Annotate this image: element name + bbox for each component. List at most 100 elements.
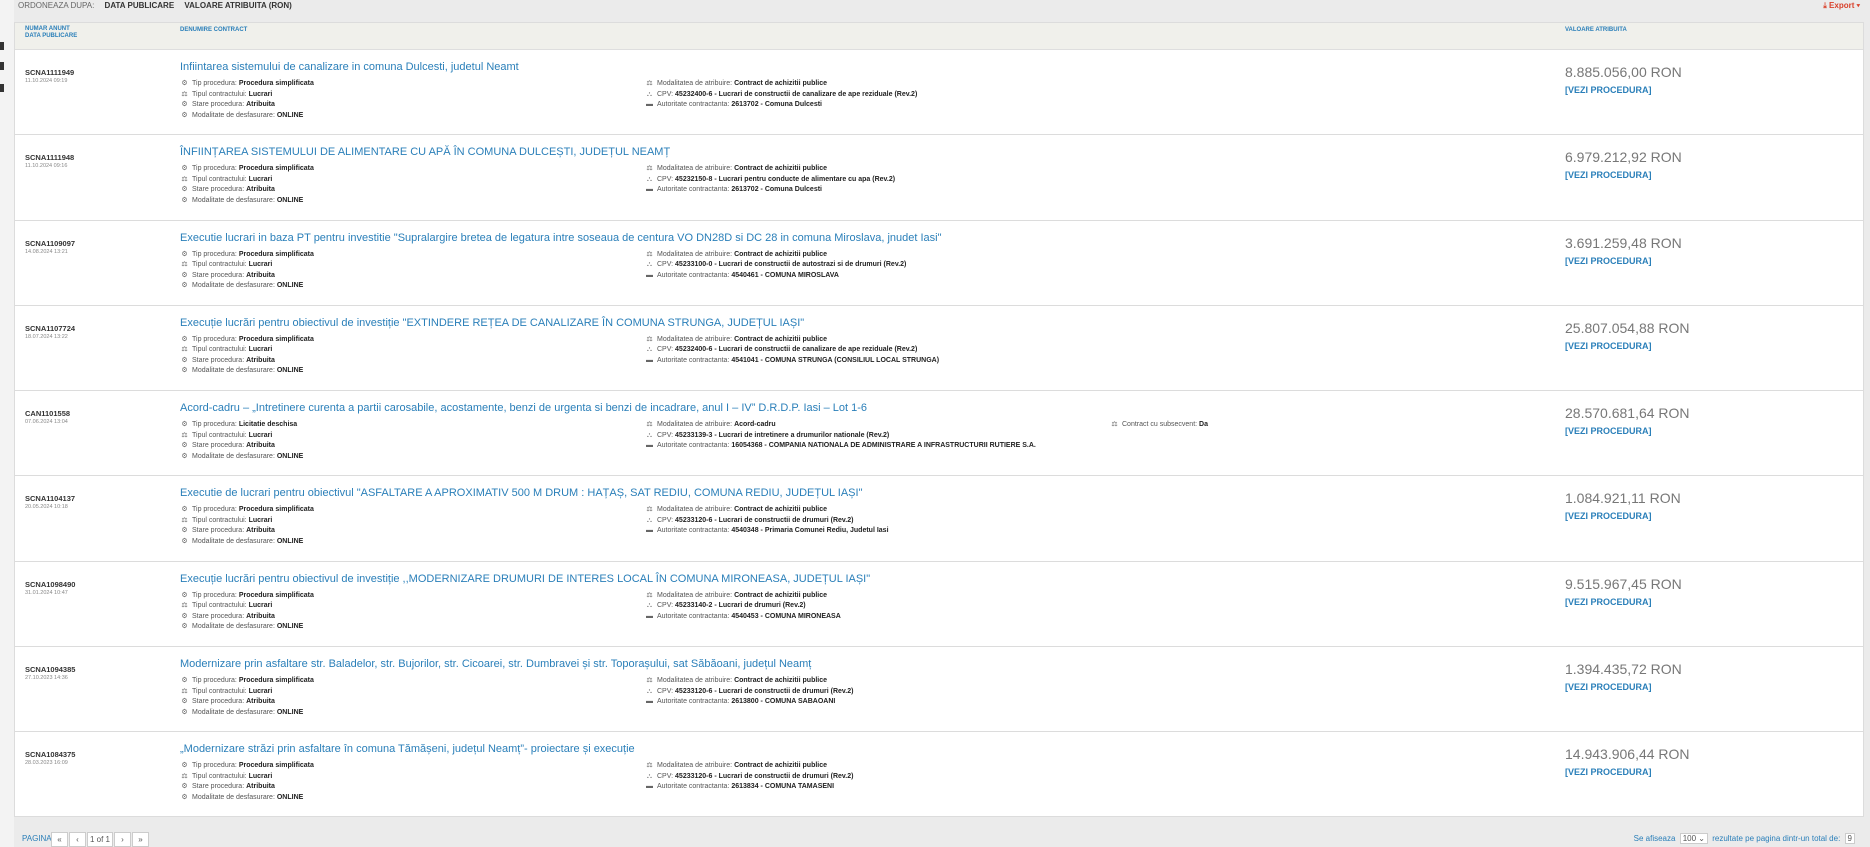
detail-line: ⚙ Stare procedura: Atribuita: [180, 782, 314, 793]
view-procedure-link[interactable]: [VEZI PROCEDURA]: [1565, 170, 1652, 180]
next-page-button[interactable]: ›: [114, 832, 131, 847]
contract-title-link[interactable]: Execuție lucrări pentru obiectivul de in…: [180, 573, 870, 585]
view-procedure-link[interactable]: [VEZI PROCEDURA]: [1565, 256, 1652, 266]
field-label: Tip procedura:: [192, 165, 237, 173]
field-label: Tipul contractului:: [192, 602, 247, 610]
field-label: Autoritate contractanta:: [657, 527, 730, 535]
contract-title-link[interactable]: Executie de lucrari pentru obiectivul "A…: [180, 487, 862, 499]
field-label: CPV:: [657, 431, 674, 439]
view-procedure-link[interactable]: [VEZI PROCEDURA]: [1565, 682, 1652, 692]
cogs-icon: ⚙: [181, 793, 188, 801]
field-label: Tipul contractului:: [192, 346, 247, 354]
field-value: 45233100-0 - Lucrari de constructii de a…: [675, 261, 907, 269]
field-value: Atribuita: [246, 271, 275, 279]
briefcase-icon: ▬: [646, 783, 653, 791]
contract-title-link[interactable]: Infiintarea sistemului de canalizare in …: [180, 61, 519, 73]
contract-title-link[interactable]: Acord-cadru – „Intretinere curenta a par…: [180, 402, 867, 414]
field-value: Atribuita: [246, 612, 275, 620]
field-value: 2613800 - COMUNA SABAOANI: [731, 698, 836, 706]
contract-details: ⚖ Modalitatea de atribuire: Contract de a…: [645, 79, 917, 111]
sort-by-date[interactable]: DATA PUBLICARE: [105, 1, 175, 10]
field-label: Autoritate contractanta:: [657, 612, 730, 620]
field-value: 4540348 - Primaria Comunei Rediu, Judetu…: [731, 527, 889, 535]
balance-scale-icon: ⚖: [181, 90, 188, 98]
cogs-icon: ⚙: [181, 527, 188, 535]
view-procedure-link[interactable]: [VEZI PROCEDURA]: [1565, 511, 1652, 521]
first-page-button[interactable]: «: [51, 832, 68, 847]
detail-line: ▬ Autoritate contractanta: 4540348 - Prim…: [645, 526, 889, 537]
publication-date: 11.10.2024 09:16: [25, 163, 68, 170]
sitemap-icon: ⛬: [647, 516, 652, 524]
publication-date: 18.07.2024 13:22: [25, 333, 68, 340]
page-size-value: 100: [1682, 834, 1697, 843]
procedure-details: ⚙ Tip procedura: Procedura simplificata ⚖ T…: [180, 761, 314, 803]
detail-line: ⛬ CPV: 45233120-6 - Lucrari de constructi…: [645, 516, 889, 527]
table-row: SCNA1094385 27.10.2023 14:36 Modernizare p…: [15, 647, 1863, 733]
procedure-details: ⚙ Tip procedura: Procedura simplificata ⚖ T…: [180, 164, 314, 206]
balance-scale-icon: ⚖: [646, 165, 653, 173]
detail-line: ▬ Autoritate contractanta: 4540461 - COMU…: [645, 271, 906, 282]
field-value: ONLINE: [276, 367, 304, 375]
cogs-icon: ⚙: [181, 165, 188, 173]
field-label: Modalitate de desfasurare:: [192, 537, 275, 545]
balance-scale-icon: ⚖: [181, 516, 188, 524]
field-label: Tipul contractului:: [192, 175, 247, 183]
contract-title-link[interactable]: Execuție lucrări pentru obiectivul de in…: [180, 317, 804, 329]
field-label: Modalitate de desfasurare:: [192, 708, 275, 716]
sort-bar: ORDONEAZA DUPA: DATA PUBLICARE VALOARE A…: [18, 1, 300, 13]
cogs-icon: ⚙: [181, 356, 188, 364]
last-page-button[interactable]: »: [132, 832, 149, 847]
field-label: Stare procedura:: [192, 783, 245, 791]
contract-details: ⚖ Modalitatea de atribuire: Contract de a…: [645, 761, 853, 793]
balance-scale-icon: ⚖: [646, 421, 653, 429]
detail-line: ⚙ Stare procedura: Atribuita: [180, 356, 314, 367]
prev-page-button[interactable]: ‹: [69, 832, 86, 847]
contract-title-link[interactable]: „Modernizare străzi prin asfaltare în co…: [180, 743, 635, 755]
detail-line: ⚙ Tip procedura: Procedura simplificata: [180, 79, 314, 90]
table-row: SCNA1104137 20.05.2024 10:18 Executie de l…: [15, 476, 1863, 562]
cogs-icon: ⚙: [181, 612, 188, 620]
detail-line: ▬ Autoritate contractanta: 2613834 - COMU…: [645, 782, 853, 793]
field-value: Procedura simplificata: [238, 250, 314, 258]
field-value: Lucrari: [248, 346, 273, 354]
view-procedure-link[interactable]: [VEZI PROCEDURA]: [1565, 341, 1652, 351]
field-label: Stare procedura:: [192, 698, 245, 706]
view-procedure-link[interactable]: [VEZI PROCEDURA]: [1565, 426, 1652, 436]
field-label: Modalitatea de atribuire:: [657, 421, 733, 429]
field-value: 45233120-6 - Lucrari de constructii de d…: [675, 772, 854, 780]
detail-line: ⚖ Modalitatea de atribuire: Contract de a…: [645, 591, 841, 602]
edge-marker: [0, 42, 4, 50]
awarded-value: 1.394.435,72 RON: [1565, 661, 1682, 678]
field-label: Modalitate de desfasurare:: [192, 367, 275, 375]
sort-by-value[interactable]: VALOARE ATRIBUITA (RON): [184, 1, 291, 10]
briefcase-icon: ▬: [646, 698, 653, 706]
results-summary: Se afiseaza 100 ⌄ rezultate pe pagina di…: [1634, 833, 1857, 844]
view-procedure-link[interactable]: [VEZI PROCEDURA]: [1565, 597, 1652, 607]
notice-number: CAN1101558: [25, 409, 71, 419]
cogs-icon: ⚙: [181, 421, 188, 429]
contract-title-link[interactable]: ÎNFIINȚAREA SISTEMULUI DE ALIMENTARE CU …: [180, 146, 670, 158]
balance-scale-icon: ⚖: [646, 677, 653, 685]
procedure-details: ⚙ Tip procedura: Procedura simplificata ⚖ T…: [180, 250, 314, 292]
export-button[interactable]: ⤓ Export ▾: [1823, 1, 1860, 11]
balance-scale-icon: ⚖: [1111, 421, 1118, 429]
header-awarded-value: VALOARE ATRIBUITA: [1565, 27, 1627, 33]
field-label: Modalitatea de atribuire:: [657, 250, 733, 258]
detail-line: ⚖ Modalitatea de atribuire: Acord-cadru: [645, 420, 1036, 431]
contract-title-link[interactable]: Executie lucrari in baza PT pentru inves…: [180, 232, 942, 244]
view-procedure-link[interactable]: [VEZI PROCEDURA]: [1565, 85, 1652, 95]
procedure-details: ⚙ Tip procedura: Licitatie deschisa ⚖ Tipul…: [180, 420, 303, 462]
field-value: Procedura simplificata: [238, 677, 314, 685]
field-value: Atribuita: [246, 442, 275, 450]
detail-line: ⚙ Stare procedura: Atribuita: [180, 271, 314, 282]
detail-line: ⚙ Modalitate de desfasurare: ONLINE: [180, 281, 314, 292]
page-size-select[interactable]: 100 ⌄: [1679, 833, 1708, 844]
detail-line: ⚙ Stare procedura: Atribuita: [180, 697, 314, 708]
view-procedure-link[interactable]: [VEZI PROCEDURA]: [1565, 767, 1652, 777]
contract-title-link[interactable]: Modernizare prin asfaltare str. Baladelo…: [180, 658, 811, 670]
field-value: ONLINE: [276, 282, 304, 290]
field-label: Modalitatea de atribuire:: [657, 677, 733, 685]
detail-line: ⚖ Tipul contractului: Lucrari: [180, 687, 314, 698]
detail-line: ⚙ Tip procedura: Procedura simplificata: [180, 761, 314, 772]
field-value: 45232150-8 - Lucrari pentru conducte de …: [675, 175, 896, 183]
